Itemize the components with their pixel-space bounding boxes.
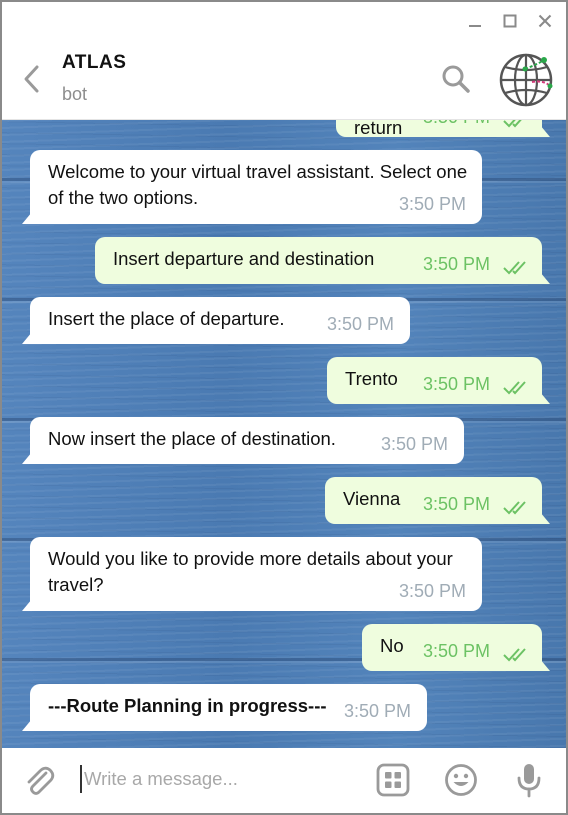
message-time: 3:50 PM <box>380 434 448 454</box>
minimize-button[interactable] <box>462 8 488 34</box>
emoji-button[interactable] <box>443 762 479 798</box>
back-button[interactable] <box>18 62 46 96</box>
maximize-button[interactable] <box>497 8 523 34</box>
message-outgoing[interactable]: Vienna 3:50 PM <box>325 477 542 524</box>
message-time: 3:50 PM <box>422 494 490 514</box>
search-button[interactable] <box>439 62 473 96</box>
globe-icon <box>499 53 553 107</box>
message-time: 3:50 PM <box>398 581 466 601</box>
message-text: No <box>380 635 404 656</box>
message-text: Now insert the place of destination. <box>48 428 336 449</box>
minimize-icon <box>469 25 481 27</box>
chat-history[interactable]: return 3:50 PM Welcome to your virtual t… <box>2 120 566 748</box>
microphone-icon <box>517 764 541 798</box>
message-composer <box>2 748 566 813</box>
title-bar <box>2 2 566 40</box>
message-incoming[interactable]: Welcome to your virtual travel assistant… <box>30 150 482 224</box>
message-incoming[interactable]: Would you like to provide more details a… <box>30 537 482 611</box>
message-text: return <box>354 120 403 138</box>
message-outgoing[interactable]: return 3:50 PM <box>336 120 542 138</box>
paperclip-icon <box>27 766 55 795</box>
double-check-icon <box>503 120 522 128</box>
message-time: 3:50 PM <box>326 314 394 334</box>
emoji-icon <box>445 764 477 796</box>
chat-status: bot <box>62 84 88 104</box>
bot-commands-button[interactable] <box>375 762 411 798</box>
chevron-left-icon <box>24 65 39 93</box>
bot-commands-icon <box>376 763 410 797</box>
close-icon <box>538 14 552 28</box>
maximize-icon <box>503 14 517 28</box>
double-check-icon <box>503 381 526 395</box>
close-button[interactable] <box>532 8 558 34</box>
bot-avatar[interactable] <box>498 52 554 108</box>
message-outgoing[interactable]: Insert departure and destination 3:50 PM <box>95 237 542 284</box>
message-time: 3:50 PM <box>398 194 466 214</box>
voice-message-button[interactable] <box>511 762 547 798</box>
text-cursor <box>80 765 82 793</box>
chat-title[interactable]: ATLAS <box>62 52 126 74</box>
message-text: ---Route Planning in progress--- <box>48 695 327 716</box>
message-time: 3:50 PM <box>422 254 490 274</box>
message-time: 3:50 PM <box>422 641 490 661</box>
message-input[interactable] <box>84 762 354 796</box>
message-text: Insert the place of departure. <box>48 308 285 329</box>
message-time: 3:50 PM <box>422 374 490 394</box>
double-check-icon <box>503 648 526 662</box>
message-text: Trento <box>345 368 398 389</box>
attach-button[interactable] <box>20 762 58 800</box>
message-time: 3:50 PM <box>343 701 411 721</box>
telegram-window: ATLAS bot return 3:50 P <box>0 0 568 815</box>
message-text: Insert departure and destination <box>113 248 375 269</box>
message-incoming[interactable]: Now insert the place of destination. 3:5… <box>30 417 464 464</box>
double-check-icon <box>503 261 526 275</box>
double-check-icon <box>503 501 526 515</box>
message-text: Vienna <box>343 488 401 509</box>
search-icon <box>442 65 470 93</box>
chat-header: ATLAS bot <box>2 40 566 120</box>
message-outgoing[interactable]: Trento 3:50 PM <box>327 357 542 404</box>
message-incoming[interactable]: ---Route Planning in progress--- 3:50 PM <box>30 684 427 731</box>
message-incoming[interactable]: Insert the place of departure. 3:50 PM <box>30 297 410 344</box>
message-time: 3:50 PM <box>423 120 490 130</box>
message-outgoing[interactable]: No 3:50 PM <box>362 624 542 671</box>
